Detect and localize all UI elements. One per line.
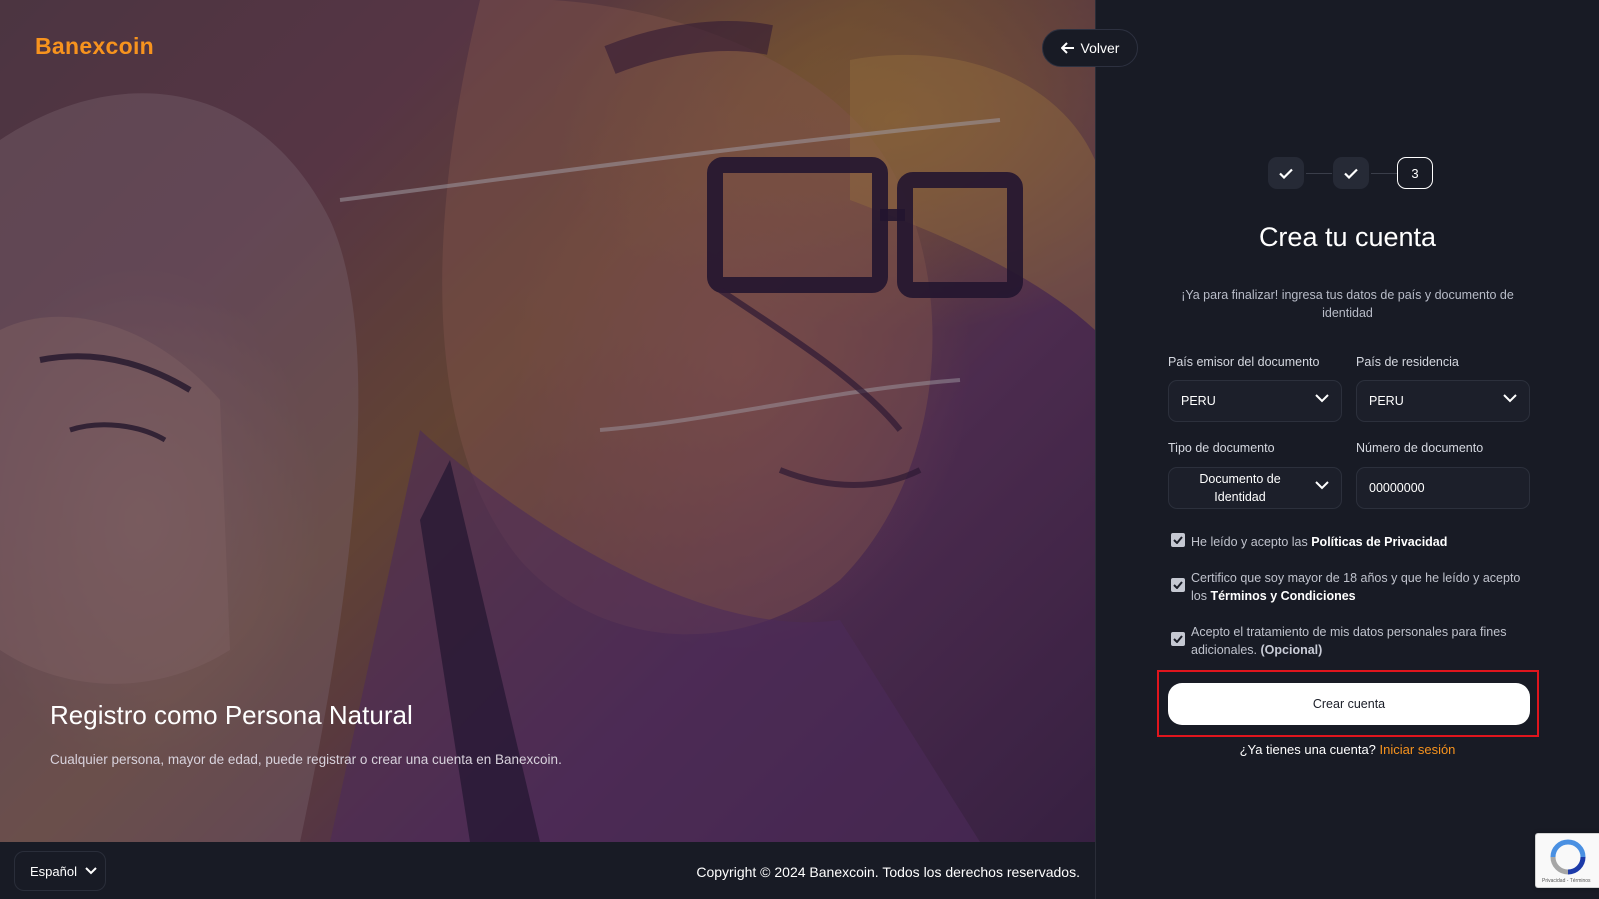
terms-checkbox[interactable] [1171,578,1185,592]
country-issuer-value: PERU [1181,394,1216,408]
step-connector [1371,173,1397,174]
terms-link[interactable]: Términos y Condiciones [1210,589,1355,603]
step-1-complete [1268,157,1304,189]
hero-subtitle: Cualquier persona, mayor de edad, puede … [50,752,562,767]
check-icon [1279,168,1293,179]
language-selector[interactable]: Español [14,851,106,891]
form-title: Crea tu cuenta [1258,222,1437,252]
doc-type-label: Tipo de documento [1168,441,1275,455]
recaptcha-icon [1550,839,1586,875]
step-2-complete [1333,157,1369,189]
chevron-down-icon [1315,481,1329,490]
chevron-down-icon [85,867,97,875]
recaptcha-footer: Privacidad - Términos [1542,878,1591,884]
terms-consent-text: Certifico que soy mayor de 18 años y que… [1191,571,1521,603]
optional-tag: (Opcional) [1260,643,1323,657]
recaptcha-badge[interactable]: Privacidad - Términos [1535,833,1599,888]
highlight-box [1157,670,1539,737]
back-button[interactable]: Volver [1042,29,1138,67]
language-label: Español [30,863,77,879]
check-icon [1173,581,1183,589]
data-processing-text: Acepto el tratamiento de mis datos perso… [1191,625,1507,657]
doc-type-value: Documento de Identidad [1199,472,1281,504]
data-processing-checkbox[interactable] [1171,632,1185,646]
country-residence-select[interactable]: PERU [1356,380,1530,422]
doc-number-input[interactable]: 00000000 [1356,467,1530,509]
form-subtitle: ¡Ya para finalizar! ingresa tus datos de… [1181,288,1514,320]
privacy-checkbox[interactable] [1171,533,1185,547]
copyright-text: Copyright © 2024 Banexcoin. Todos los de… [696,864,1080,880]
check-icon [1344,168,1358,179]
country-residence-label: País de residencia [1356,355,1459,369]
privacy-consent-text: He leído y acepto las Políticas de Priva… [1191,535,1448,549]
step-3-active: 3 [1397,157,1433,189]
privacy-policy-link[interactable]: Políticas de Privacidad [1311,535,1447,549]
login-prompt: ¿Ya tienes una cuenta? Iniciar sesión [1239,742,1456,757]
back-label: Volver [1080,40,1120,56]
doc-type-select[interactable]: Documento de Identidad [1168,467,1342,509]
country-issuer-select[interactable]: PERU [1168,380,1342,422]
check-icon [1173,635,1183,643]
doc-number-value: 00000000 [1369,481,1425,495]
hero-title: Registro como Persona Natural [50,700,413,730]
doc-number-label: Número de documento [1356,441,1484,455]
chevron-down-icon [1503,394,1517,403]
country-residence-value: PERU [1369,394,1404,408]
chevron-down-icon [1315,394,1329,403]
banexcoin-logo[interactable]: Banexcoin [35,33,154,60]
login-link[interactable]: Iniciar sesión [1380,742,1456,757]
check-icon [1173,536,1183,544]
step-connector [1306,173,1332,174]
country-issuer-label: País emisor del documento [1168,355,1320,369]
arrow-left-icon [1060,42,1074,54]
